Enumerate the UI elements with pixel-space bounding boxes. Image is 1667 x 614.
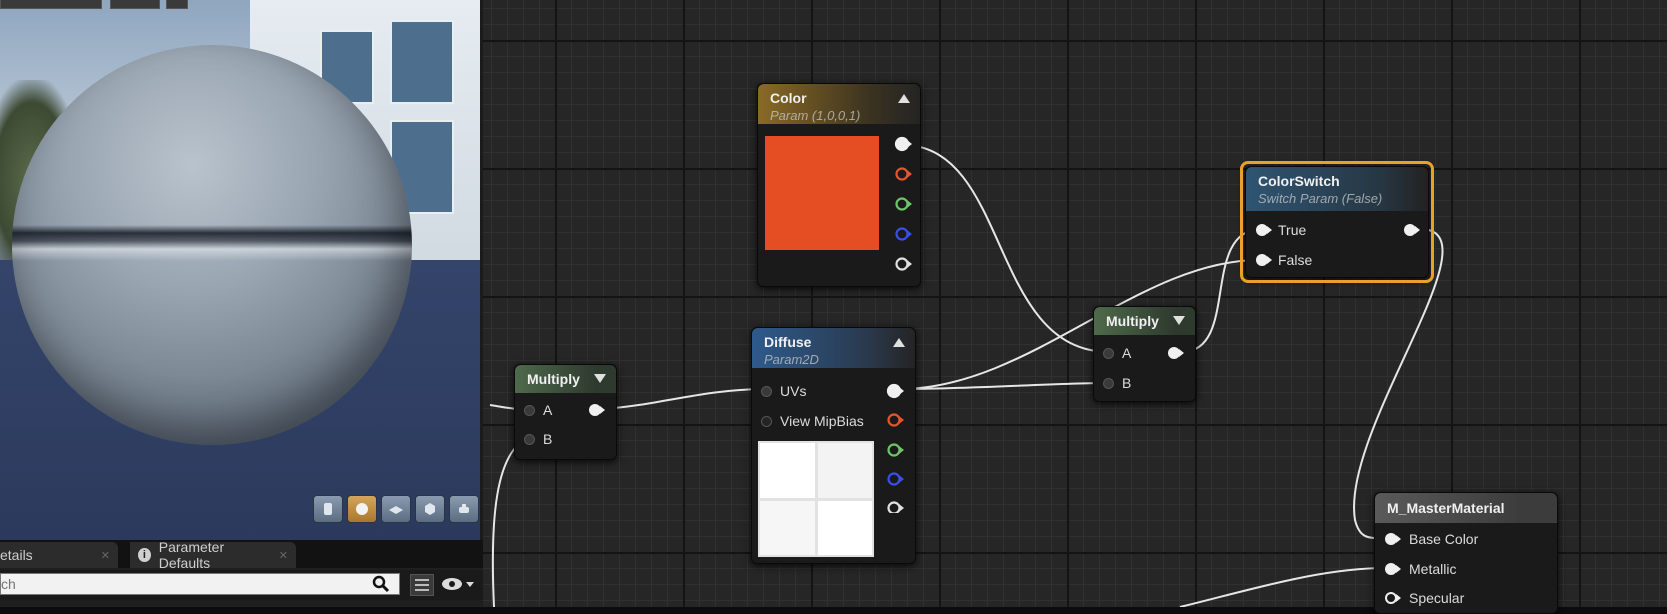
node-title: ColorSwitch	[1258, 173, 1340, 189]
material-preview-viewport[interactable]	[0, 0, 483, 540]
input-pin[interactable]	[1103, 347, 1114, 359]
tab-parameter-defaults-label: Parameter Defaults	[158, 539, 225, 571]
multiply-node-left[interactable]: Multiply A B	[514, 364, 617, 460]
output-pin[interactable]	[1166, 345, 1186, 361]
preview-shape-toolbar	[313, 495, 479, 525]
node-header: Color Param (1,0,0,1)	[758, 84, 920, 124]
color-output-pins[interactable]	[894, 136, 914, 276]
input-pin[interactable]	[1103, 377, 1114, 389]
preview-sphere	[12, 45, 412, 445]
diffuse-texture-node[interactable]: Diffuse Param2D UVs View MipBias	[751, 327, 916, 564]
cube-preview-icon	[425, 503, 435, 515]
close-icon[interactable]: ✕	[279, 549, 288, 562]
tab-parameter-defaults[interactable]: i Parameter Defaults ✕	[130, 539, 296, 571]
output-pin[interactable]	[1402, 222, 1422, 238]
collapse-arrow-icon[interactable]	[594, 374, 606, 383]
plane-preview-button[interactable]	[381, 495, 411, 523]
pin-label: Specular	[1409, 590, 1465, 606]
output-pin[interactable]	[587, 402, 607, 418]
input-pin[interactable]	[1385, 591, 1403, 605]
node-title: Color	[770, 90, 807, 106]
pin-specular[interactable]: Specular	[1385, 590, 1464, 606]
color-swatch-preview	[765, 136, 879, 250]
search-icon[interactable]	[372, 575, 390, 593]
node-header: Multiply	[515, 365, 616, 393]
input-pin[interactable]	[761, 415, 772, 427]
plane-preview-icon	[389, 506, 403, 514]
cylinder-preview-button[interactable]	[313, 495, 343, 523]
cube-preview-button[interactable]	[415, 495, 445, 523]
multiply-node-right[interactable]: Multiply A B	[1093, 306, 1196, 402]
input-pin[interactable]	[524, 404, 535, 416]
pin-label: A	[543, 402, 553, 418]
viewport-toolbar	[0, 0, 480, 9]
input-pin[interactable]	[761, 385, 772, 397]
pin-uvs[interactable]: UVs	[761, 383, 806, 399]
node-header: Diffuse Param2D	[752, 328, 915, 368]
color-param-node[interactable]: Color Param (1,0,0,1)	[757, 83, 921, 287]
teapot-preview-button[interactable]	[449, 495, 479, 523]
sphere-preview-button[interactable]	[347, 495, 377, 523]
node-subtitle: Param2D	[764, 352, 819, 367]
input-pin[interactable]	[1385, 562, 1403, 576]
input-pin[interactable]	[1256, 223, 1274, 237]
master-material-node[interactable]: M_MasterMaterial Base Color Metallic Spe…	[1374, 492, 1558, 614]
node-title: M_MasterMaterial	[1387, 500, 1505, 516]
colorswitch-node[interactable]: ColorSwitch Switch Param (False) True Fa…	[1245, 166, 1429, 278]
pin-b[interactable]: B	[1103, 375, 1131, 391]
pin-true[interactable]: True	[1256, 222, 1306, 238]
pin-a[interactable]: A	[524, 402, 552, 418]
pin-base-color[interactable]: Base Color	[1385, 531, 1478, 547]
search-input[interactable]	[0, 573, 400, 595]
eye-icon[interactable]	[440, 575, 476, 593]
tab-details-label: etails	[0, 547, 33, 563]
input-pin[interactable]	[1385, 532, 1403, 546]
pin-a[interactable]: A	[1103, 345, 1131, 361]
pin-label: B	[543, 431, 553, 447]
pin-label: Metallic	[1409, 561, 1457, 577]
list-view-icon[interactable]	[410, 574, 434, 596]
input-pin[interactable]	[1256, 253, 1274, 267]
input-pin[interactable]	[524, 433, 535, 445]
info-icon: i	[138, 548, 151, 562]
node-header: M_MasterMaterial	[1375, 493, 1557, 523]
pin-label: Base Color	[1409, 531, 1479, 547]
node-subtitle: Param (1,0,0,1)	[770, 108, 861, 123]
pin-label: A	[1122, 345, 1132, 361]
pin-label: View MipBias	[780, 413, 864, 429]
collapse-arrow-icon[interactable]	[893, 338, 905, 347]
texture-preview	[758, 441, 874, 557]
pin-label: UVs	[780, 383, 807, 399]
node-header: Multiply	[1094, 307, 1195, 335]
pin-label: B	[1122, 375, 1132, 391]
close-icon[interactable]: ✕	[101, 549, 110, 562]
teapot-preview-icon	[459, 504, 469, 513]
node-title: Diffuse	[764, 334, 812, 350]
viewport-toolbar-button[interactable]	[110, 0, 160, 9]
diffuse-output-pins[interactable]	[886, 383, 906, 513]
pin-metallic[interactable]: Metallic	[1385, 561, 1456, 577]
node-header: ColorSwitch Switch Param (False)	[1246, 167, 1428, 211]
pin-b[interactable]: B	[524, 431, 552, 447]
sphere-preview-icon	[356, 503, 368, 515]
pin-label: False	[1278, 252, 1313, 268]
pin-view-mipbias[interactable]: View MipBias	[761, 413, 864, 429]
collapse-arrow-icon[interactable]	[898, 94, 910, 103]
search-row	[0, 570, 483, 600]
collapse-arrow-icon[interactable]	[1173, 316, 1185, 325]
details-panel: etails ✕ i Parameter Defaults ✕	[0, 539, 483, 607]
pin-label: True	[1278, 222, 1307, 238]
panel-tab-bar: etails ✕ i Parameter Defaults ✕	[0, 539, 483, 571]
node-subtitle: Switch Param (False)	[1258, 191, 1383, 206]
cylinder-preview-icon	[324, 503, 332, 515]
tab-details[interactable]: etails ✕	[0, 542, 118, 568]
viewport-toolbar-button[interactable]	[0, 0, 102, 9]
viewport-toolbar-button[interactable]	[166, 0, 188, 9]
pin-false[interactable]: False	[1256, 252, 1312, 268]
